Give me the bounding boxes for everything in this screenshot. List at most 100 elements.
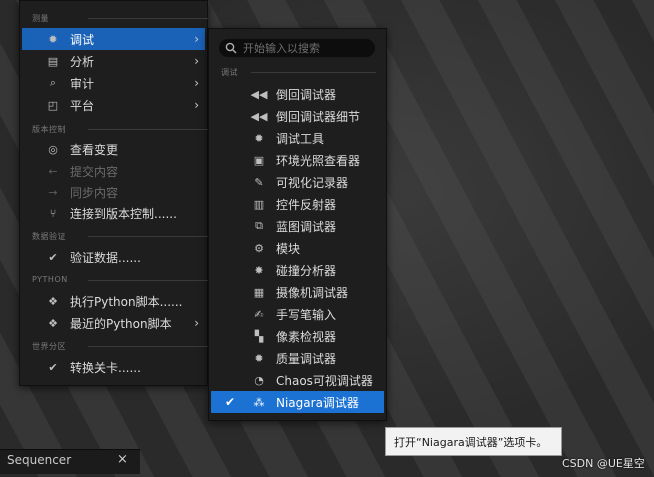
debug-bug-icon: ✹ [48,32,58,46]
tooltip: 打开“Niagara调试器”选项卡。 [385,427,562,456]
search-icon [225,42,237,54]
submenu-item-chaos-visual-debugger[interactable]: ◔ Chaos可视调试器 [211,369,384,391]
section-header-debug: 调试 [221,68,376,77]
sync-arrow-icon: → [48,185,58,199]
rewind-details-icon: ◀◀ [250,109,268,123]
mass-debugger-icon: ✹ [254,351,264,365]
submenu-item-mass-debugger[interactable]: ✹ 质量调试器 [211,347,384,369]
chevron-right-icon: › [194,76,199,90]
submenu-item-env-light-viewer[interactable]: ▣ 环境光照查看器 [211,149,384,171]
submenu-item-widget-reflector[interactable]: ▥ 控件反射器 [211,193,384,215]
menu-item-convert-level[interactable]: ✔ 转换关卡...... [22,356,205,378]
stylus-input-icon: ✍ [254,307,264,321]
menu-item-label: 可视化记录器 [276,175,349,190]
chevron-right-icon: › [194,32,199,46]
collision-analyzer-icon: ✸ [254,263,264,277]
chaos-debugger-icon: ◔ [254,373,264,387]
niagara-icon: ⁂ [253,395,265,409]
submenu-item-rewind-debugger-details[interactable]: ◀◀ 倒回调试器细节 [211,105,384,127]
menu-item-label: 审计 [70,76,95,91]
submit-arrow-icon: ← [48,164,58,178]
widget-reflector-icon: ▥ [253,197,265,211]
menu-item-label: 蓝图调试器 [276,219,337,234]
menu-item-label: 环境光照查看器 [276,153,361,168]
submenu-item-stylus-input[interactable]: ✍ 手写笔输入 [211,303,384,325]
pixel-inspector-icon: ▚ [254,329,264,343]
menu-item-label: 手写笔输入 [276,307,337,322]
menu-item-label: Chaos可视调试器 [276,373,373,388]
menu-item-label: 调试 [70,32,95,47]
audit-icon: ⌕ [49,76,57,89]
menu-item-platform[interactable]: ◰ 平台 › [22,94,205,116]
menu-item-recent-python[interactable]: ❖ 最近的Python脚本 › [22,312,205,334]
validate-data-icon: ✔ [48,250,58,264]
section-header-measure: 测量 [32,14,208,23]
menu-item-label: 分析 [70,54,95,69]
python-icon: ❖ [48,294,58,308]
menu-item-label: 提交内容 [70,164,119,179]
chevron-right-icon: › [194,98,199,112]
menu-item-label: 连接到版本控制...... [70,206,177,221]
connect-vcs-icon: ⑂ [49,206,57,220]
menu-item-label: 调试工具 [276,131,325,146]
submenu-item-niagara-debugger[interactable]: ✔ ⁂ Niagara调试器 [211,391,384,413]
menu-item-label: 转换关卡...... [70,360,141,375]
close-icon[interactable]: × [117,452,128,467]
rewind-icon: ◀◀ [250,87,268,101]
menu-item-label: 执行Python脚本...... [70,294,183,309]
menu-item-label: 同步内容 [70,185,119,200]
submenu-item-debug-tools[interactable]: ✹ 调试工具 [211,127,384,149]
menu-item-label: 碰撞分析器 [276,263,337,278]
menu-item-label: 验证数据...... [70,250,141,265]
camera-debugger-icon: ▦ [253,285,265,299]
tools-menu: 测量 ✹ 调试 › ▤ 分析 › ⌕ 审计 › ◰ 平台 › 版本控制 ◎ 查看… [19,0,208,386]
debug-submenu: 调试 ◀◀ 倒回调试器 ◀◀ 倒回调试器细节 ✹ 调试工具 ▣ 环境光照查看器 … [208,28,387,421]
search-input[interactable] [243,40,368,56]
menu-item-view-changes[interactable]: ◎ 查看变更 [22,138,205,160]
chevron-right-icon: › [194,54,199,68]
submenu-item-pixel-inspector[interactable]: ▚ 像素检视器 [211,325,384,347]
analyze-icon: ▤ [47,54,59,68]
submenu-item-collision-analyzer[interactable]: ✸ 碰撞分析器 [211,259,384,281]
menu-item-execute-python[interactable]: ❖ 执行Python脚本...... [22,290,205,312]
menu-item-label: 模块 [276,241,301,256]
submenu-item-visual-logger[interactable]: ✎ 可视化记录器 [211,171,384,193]
menu-item-analyze[interactable]: ▤ 分析 › [22,50,205,72]
menu-item-label: 质量调试器 [276,351,337,366]
menu-item-audit[interactable]: ⌕ 审计 › [22,72,205,94]
visual-logger-icon: ✎ [254,175,264,189]
menu-item-validate-data[interactable]: ✔ 验证数据...... [22,246,205,268]
menu-item-connect-source-control[interactable]: ⑂ 连接到版本控制...... [22,202,205,224]
section-header-world-partition: 世界分区 [32,342,208,351]
menu-item-label: 平台 [70,98,95,113]
menu-item-label: 控件反射器 [276,197,337,212]
menu-item-label: 倒回调试器 [276,87,337,102]
section-header-source-control: 版本控制 [32,125,208,134]
sequencer-tab[interactable]: Sequencer × [0,449,140,474]
view-changes-icon: ◎ [48,142,58,156]
blueprint-debugger-icon: ⧉ [255,219,263,232]
submenu-item-modules[interactable]: ⚙ 模块 [211,237,384,259]
menu-item-sync-content: → 同步内容 [22,181,205,203]
tab-label: Sequencer [7,453,72,467]
chevron-right-icon: › [194,316,199,330]
debug-tools-icon: ✹ [254,131,264,145]
section-header-data-validation: 数据验证 [32,232,208,241]
menu-item-label: 最近的Python脚本 [70,316,172,331]
menu-item-label: 像素检视器 [276,329,337,344]
watermark: CSDN @UE星空 [562,457,645,470]
submenu-item-camera-debugger[interactable]: ▦ 摄像机调试器 [211,281,384,303]
checkmark-icon: ✔ [225,395,236,409]
search-box[interactable] [219,39,375,57]
platform-icon: ◰ [47,98,59,112]
menu-item-label: 摄像机调试器 [276,285,349,300]
menu-item-label: 查看变更 [70,142,119,157]
menu-item-submit-content: ← 提交内容 [22,160,205,182]
convert-level-icon: ✔ [48,360,58,374]
submenu-item-rewind-debugger[interactable]: ◀◀ 倒回调试器 [211,83,384,105]
menu-item-label: 倒回调试器细节 [276,109,361,124]
submenu-item-blueprint-debugger[interactable]: ⧉ 蓝图调试器 [211,215,384,237]
menu-item-debug[interactable]: ✹ 调试 › [22,28,205,50]
menu-item-label: Niagara调试器 [276,395,359,410]
section-header-python: PYTHON [32,275,207,284]
